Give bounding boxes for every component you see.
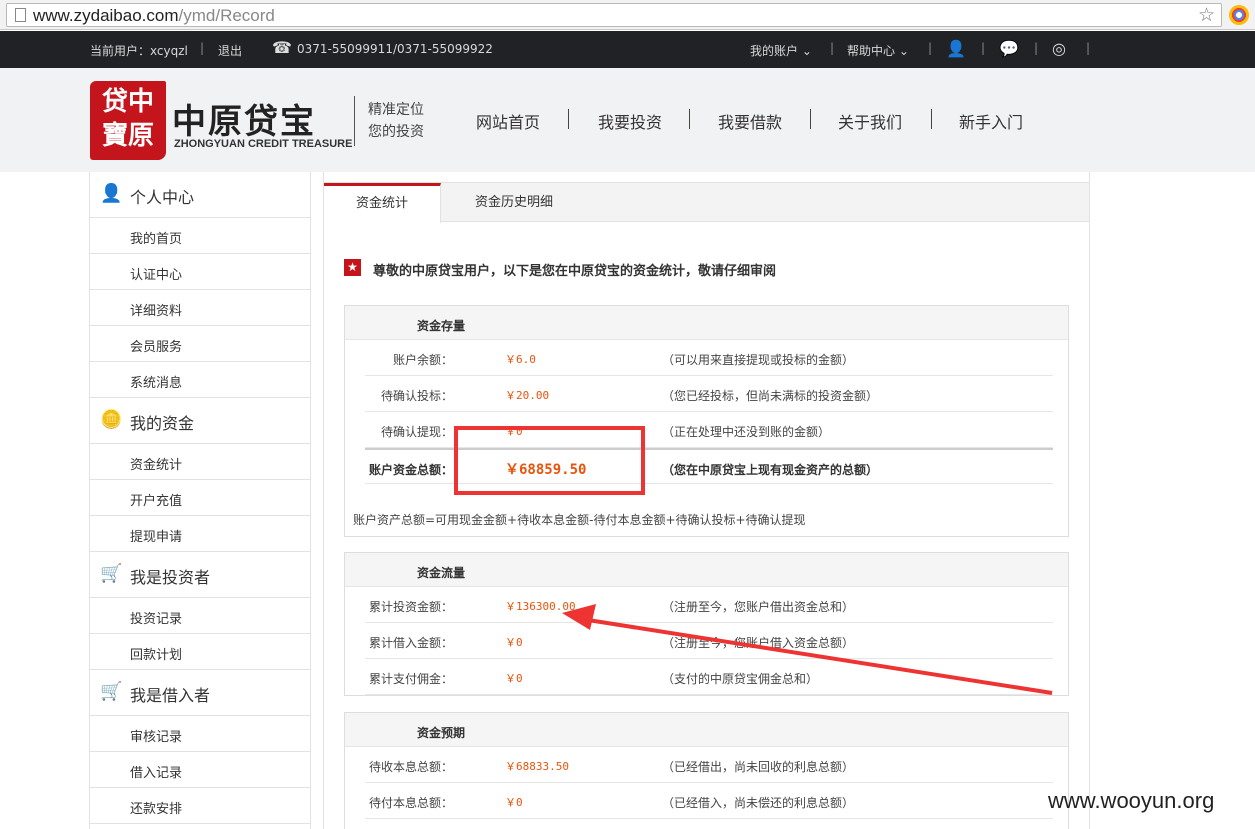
- sidebar-item-details[interactable]: 详细资料: [90, 290, 310, 326]
- box-title: 资金存量: [417, 319, 466, 333]
- table-row: 待付本息总额： ￥0 （已经借入，尚未偿还的利息总额）: [365, 783, 1053, 819]
- sidebar-item-my-home[interactable]: 我的首页: [90, 218, 310, 254]
- table-row: 累计投资金额： ￥136300.00 （注册至今，您账户借出资金总和）: [365, 587, 1053, 623]
- sidebar-item-fund-stats[interactable]: 资金统计: [90, 444, 310, 480]
- box-title: 资金预期: [417, 726, 466, 740]
- cart-icon: 🛒: [100, 563, 123, 584]
- sidebar-item-borrow-records[interactable]: 借入记录: [90, 752, 310, 788]
- help-center-menu[interactable]: 帮助中心 ⌄: [847, 42, 909, 59]
- url-text[interactable]: www.zydaibao.com/ymd/Record: [33, 6, 275, 26]
- logo-subtitle: ZHONGYUAN CREDIT TREASURE: [174, 138, 353, 150]
- phone-icon: ☎: [272, 38, 292, 57]
- sidebar-item-repayment-plan[interactable]: 回款计划: [90, 634, 310, 670]
- nav-borrow[interactable]: 我要借款: [718, 109, 782, 133]
- fund-flow-box: 资金流量 累计投资金额： ￥136300.00 （注册至今，您账户借出资金总和） 累…: [344, 552, 1069, 696]
- page-icon: [15, 8, 26, 22]
- sidebar-item-recharge[interactable]: 开户充值: [90, 480, 310, 516]
- table-row: 待确认投标： ￥20.00 （您已经投标，但尚未满标的投资金额）: [365, 376, 1053, 412]
- watermark: www.wooyun.org: [1048, 788, 1215, 813]
- cart-icon: 🛒: [100, 681, 123, 702]
- nav-home[interactable]: 网站首页: [476, 109, 540, 133]
- top-bar: 当前用户：xcyqzl | 退出 ☎ 0371-55099911/0371-55…: [0, 31, 1255, 68]
- box-title: 资金流量: [417, 566, 466, 580]
- sidebar-item-certification[interactable]: 认证中心: [90, 254, 310, 290]
- weibo-icon[interactable]: ◎: [1052, 39, 1066, 58]
- main-panel: 资金统计 资金历史明细 ★ 尊敬的中原贷宝用户，以下是您在中原贷宝的资金统计，敬…: [323, 172, 1090, 829]
- nav-invest[interactable]: 我要投资: [598, 109, 662, 133]
- sidebar-section-funds[interactable]: 🪙 我的资金: [90, 398, 310, 444]
- logout-link[interactable]: 退出: [218, 42, 242, 59]
- address-field[interactable]: www.zydaibao.com/ymd/Record ☆: [6, 3, 1222, 27]
- sidebar-section-personal[interactable]: 👤 个人中心: [90, 172, 310, 218]
- sidebar-item-withdraw[interactable]: 提现申请: [90, 516, 310, 552]
- nav-beginner[interactable]: 新手入门: [959, 109, 1023, 133]
- my-account-menu[interactable]: 我的账户 ⌄: [750, 42, 812, 59]
- formula-note: 账户资产总额=可用现金金额+待收本息金额-待付本息金额+待确认投标+待确认提现: [353, 513, 806, 527]
- fund-forecast-box: 资金预期 待收本息总额： ￥68833.50 （已经借出，尚未回收的利息总额） 待付…: [344, 712, 1069, 829]
- table-row: 账户余额： ￥6.0 （可以用来直接提现或投标的金额）: [365, 340, 1053, 376]
- sidebar-section-borrower[interactable]: 🛒 我是借入者: [90, 670, 310, 716]
- slogan: 精准定位 您的投资: [368, 102, 424, 140]
- table-row: 累计借入金额： ￥0 （注册至今，您账户借入资金总额）: [365, 623, 1053, 659]
- nav-about[interactable]: 关于我们: [838, 109, 902, 133]
- logo-divider: [354, 96, 355, 146]
- browser-menu-icon[interactable]: [1229, 5, 1249, 25]
- sidebar-section-investor[interactable]: 🛒 我是投资者: [90, 552, 310, 598]
- tab-fund-stats[interactable]: 资金统计: [324, 183, 441, 223]
- bookmark-star-icon[interactable]: ☆: [1198, 4, 1215, 26]
- fund-stock-box: 资金存量 账户余额： ￥6.0 （可以用来直接提现或投标的金额） 待确认投标： ￥20…: [344, 305, 1069, 537]
- tab-fund-history[interactable]: 资金历史明细: [454, 183, 574, 222]
- sidebar: 👤 个人中心 我的首页 认证中心 详细资料 会员服务 系统消息 🪙 我的资金 资…: [89, 172, 311, 829]
- logo-seal[interactable]: 贷中 寶原: [90, 81, 166, 160]
- user-profile-icon[interactable]: 👤: [946, 39, 966, 58]
- sidebar-item-member-service[interactable]: 会员服务: [90, 326, 310, 362]
- star-badge-icon: ★: [344, 259, 361, 276]
- browser-url-bar: www.zydaibao.com/ymd/Record ☆: [0, 0, 1255, 30]
- wechat-icon[interactable]: 💬: [999, 39, 1019, 58]
- sidebar-item-invest-records[interactable]: 投资记录: [90, 598, 310, 634]
- site-header: 贷中 寶原 中原贷宝 ZHONGYUAN CREDIT TREASURE 精准定…: [0, 68, 1255, 172]
- tab-bar: 资金统计 资金历史明细: [324, 182, 1089, 223]
- sidebar-item-repay-schedule[interactable]: 还款安排: [90, 788, 310, 824]
- user-icon: 👤: [100, 183, 123, 204]
- sidebar-item-audit-records[interactable]: 审核记录: [90, 716, 310, 752]
- intro-text: 尊敬的中原贷宝用户，以下是您在中原贷宝的资金统计，敬请仔细审阅: [373, 264, 777, 279]
- annotation-highlight-box: [454, 426, 645, 495]
- phone-number: 0371-55099911/0371-55099922: [297, 42, 493, 56]
- current-user-label: 当前用户：xcyqzl: [90, 44, 188, 58]
- coins-icon: 🪙: [100, 409, 123, 430]
- table-row: 累计支付佣金： ￥0 （支付的中原贷宝佣金总和）: [365, 659, 1053, 695]
- table-row: 待收本息总额： ￥68833.50 （已经借出，尚未回收的利息总额）: [365, 747, 1053, 783]
- sidebar-item-messages[interactable]: 系统消息: [90, 362, 310, 398]
- logo-name[interactable]: 中原贷宝: [172, 94, 316, 143]
